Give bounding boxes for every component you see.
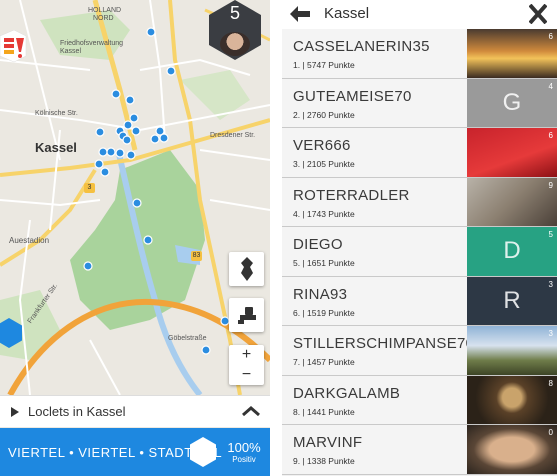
- screen-divider: [270, 0, 282, 476]
- ranking-points: 1. | 5747 Punkte: [293, 60, 355, 70]
- ranking-row[interactable]: VER666 3. | 2105 Punkte 6: [282, 128, 557, 178]
- map-label-koelnische: Kölnische Str.: [35, 110, 78, 117]
- ranking-user-name: MARVINF: [293, 434, 363, 451]
- loclet-count: 0: [548, 428, 553, 437]
- ranking-points: 9. | 1338 Punkte: [293, 456, 355, 466]
- user-avatar-thumbnail[interactable]: R3: [467, 276, 557, 325]
- user-avatar-thumbnail[interactable]: 6: [467, 29, 557, 78]
- loclets-bar[interactable]: Loclets in Kassel: [0, 395, 270, 427]
- ranking-points: 5. | 1651 Punkte: [293, 258, 355, 268]
- status-bar: VIERTEL • VIERTEL • STADTTEIL 100% Posit…: [0, 428, 270, 476]
- ranking-row[interactable]: MARVINF 9. | 1338 Punkte 0: [282, 425, 557, 475]
- map-label-auestadion: Auestadion: [9, 236, 50, 245]
- status-percent: 100%: [227, 440, 261, 455]
- alert-icon[interactable]: [0, 30, 30, 66]
- ranking-row[interactable]: ROTERRADLER 4. | 1743 Punkte 9: [282, 177, 557, 227]
- map-label-dresdener: Dresdener Str.: [210, 132, 256, 139]
- ranking-screen: Kassel CASSELANERIN35 1. | 5747 Punkte 6 GU…: [282, 0, 557, 476]
- ranking-points: 8. | 1441 Punkte: [293, 406, 355, 417]
- ranking-points: 4. | 1743 Punkte: [293, 208, 355, 219]
- ranking-row[interactable]: CASSELANERIN35 1. | 5747 Punkte 6: [282, 29, 557, 79]
- user-avatar[interactable]: [220, 32, 250, 56]
- stamp-button[interactable]: [229, 298, 264, 332]
- loclet-count: 6: [548, 32, 553, 41]
- ranking-user-name: RINA93: [293, 285, 348, 303]
- stamp-icon: [237, 307, 256, 324]
- close-icon[interactable]: [529, 4, 547, 24]
- ranking-user-name: DIEGO: [293, 236, 343, 253]
- map-label-nord: NORD: [93, 15, 114, 22]
- ranking-user-name: VER666: [293, 137, 351, 154]
- ranking-list: CASSELANERIN35 1. | 5747 Punkte 6 GUTEAMEIS…: [282, 29, 557, 475]
- map-screen: HOLLAND NORD Friedhofsverwaltung Kassel …: [0, 0, 270, 476]
- ranking-user-name: CASSELANERIN35: [293, 38, 430, 55]
- ranking-points: 6. | 1519 Punkte: [293, 307, 355, 318]
- map-label-goebelstrasse: Göbelstraße: [168, 335, 207, 342]
- ranking-row[interactable]: STILLERSCHIMPANSE70 7. | 1457 Punkte 3: [282, 326, 557, 376]
- loclet-count: 8: [548, 378, 553, 388]
- pin-icon: [240, 257, 253, 281]
- loclet-count: 3: [548, 279, 553, 289]
- loclets-label: Loclets in Kassel: [28, 404, 126, 419]
- level-number: 5: [229, 3, 240, 23]
- user-avatar-thumbnail[interactable]: G4: [467, 78, 557, 127]
- ranking-user-name: STILLERSCHIMPANSE70: [293, 335, 475, 352]
- user-avatar-thumbnail[interactable]: D5: [467, 227, 557, 276]
- status-percent-label: Positiv: [232, 455, 256, 464]
- road-number-83: 83: [191, 251, 202, 261]
- ranking-row[interactable]: DARKGALAMB 8. | 1441 Punkte 8: [282, 375, 557, 425]
- back-arrow-icon[interactable]: [290, 6, 310, 22]
- map-city-label: Kassel: [35, 140, 77, 155]
- ranking-user-name: DARKGALAMB: [293, 384, 401, 402]
- user-avatar-thumbnail[interactable]: 0: [467, 425, 557, 474]
- avatar-letter: G: [502, 88, 522, 116]
- loclet-count: 6: [548, 131, 553, 140]
- ranking-title: Kassel: [324, 5, 370, 22]
- ranking-user-name: GUTEAMEISE70: [293, 87, 412, 105]
- loclet-count: 3: [548, 329, 553, 338]
- chevron-up-icon[interactable]: [242, 405, 260, 417]
- avatar-letter: D: [503, 237, 521, 264]
- road-number-3: 3: [84, 183, 95, 193]
- map-label-friedhof: Friedhofsverwaltung Kassel: [60, 40, 124, 55]
- map-label-holland: HOLLAND: [88, 7, 122, 14]
- play-icon: [11, 406, 19, 417]
- user-avatar-thumbnail[interactable]: 6: [467, 128, 557, 177]
- ranking-points: 3. | 2105 Punkte: [293, 159, 355, 169]
- ranking-points: 7. | 1457 Punkte: [293, 357, 355, 367]
- zoom-controls: + −: [229, 345, 264, 385]
- zoom-in-button[interactable]: +: [229, 345, 264, 365]
- ranking-header: Kassel: [282, 0, 557, 29]
- pin-button[interactable]: [229, 252, 264, 286]
- ranking-row[interactable]: GUTEAMEISE70 2. | 2760 Punkte G 4: [282, 78, 557, 128]
- ranking-row[interactable]: RINA93 6. | 1519 Punkte R 3: [282, 276, 557, 326]
- hexagon-icon[interactable]: [0, 318, 22, 348]
- ranking-row[interactable]: DIEGO 5. | 1651 Punkte D 5: [282, 227, 557, 277]
- user-avatar-thumbnail[interactable]: 9: [467, 177, 557, 226]
- ranking-user-name: ROTERRADLER: [293, 186, 410, 204]
- user-avatar-thumbnail[interactable]: 3: [467, 326, 557, 375]
- ranking-points: 2. | 2760 Punkte: [293, 109, 355, 120]
- user-avatar-thumbnail[interactable]: 8: [467, 375, 557, 424]
- avatar-letter: R: [503, 286, 521, 314]
- loclet-count: 5: [548, 230, 553, 239]
- loclet-count: 4: [548, 81, 553, 91]
- zoom-out-button[interactable]: −: [229, 365, 264, 385]
- loclet-count: 9: [548, 180, 553, 190]
- status-hexagon-icon: [190, 437, 216, 467]
